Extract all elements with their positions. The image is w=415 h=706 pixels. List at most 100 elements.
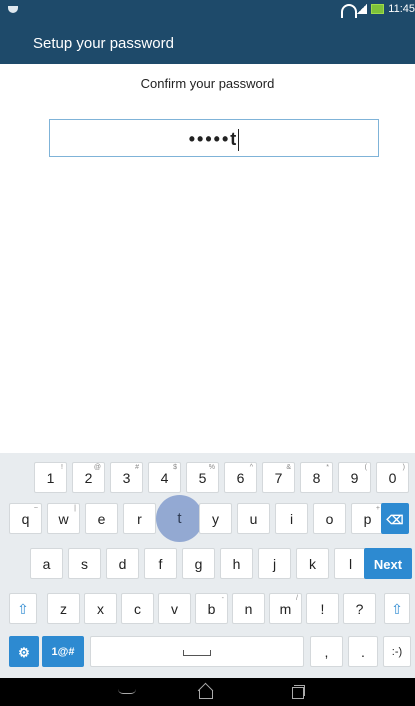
key-k[interactable]: k <box>296 548 329 579</box>
home-icon[interactable] <box>196 683 214 701</box>
key-8-label: 8 <box>312 470 321 486</box>
key-r[interactable]: r <box>123 503 156 534</box>
key-l[interactable]: l <box>334 548 367 579</box>
signal-icon <box>357 4 368 14</box>
key-m-hint: / <box>296 595 298 602</box>
key-e[interactable]: e <box>85 503 118 534</box>
key-3[interactable]: 3 # <box>110 462 143 493</box>
key-z-label: z <box>60 601 67 617</box>
key-q[interactable]: q ~ <box>9 503 42 534</box>
key-n[interactable]: n <box>232 593 265 624</box>
settings-key[interactable]: ⚙ <box>9 636 39 667</box>
key-5[interactable]: 5% <box>186 462 219 493</box>
key-r-label: r <box>137 511 142 527</box>
key-exclamation[interactable]: ! <box>306 593 339 624</box>
key-6[interactable]: 6 ^ <box>224 462 257 493</box>
key-w-hint: | <box>74 505 76 512</box>
key-u[interactable]: u <box>237 503 270 534</box>
key-i-label: i <box>289 511 294 527</box>
key-0[interactable]: 0) <box>376 462 409 493</box>
backspace-key[interactable]: ⌫ <box>381 503 409 534</box>
key-t-label: t <box>177 510 182 527</box>
key-a-label: a <box>42 556 51 572</box>
key-b[interactable]: b- <box>195 593 228 624</box>
key-p-hint: + <box>375 505 380 512</box>
key-4[interactable]: 4 $ <box>148 462 181 493</box>
notification-icon <box>8 6 18 13</box>
key-t-pressed[interactable]: t <box>156 495 203 542</box>
key-i[interactable]: i <box>275 503 308 534</box>
key-3-label: 3 <box>122 470 131 486</box>
back-icon[interactable] <box>118 683 136 701</box>
key-s[interactable]: s <box>68 548 101 579</box>
key-h-label: h <box>232 556 241 572</box>
key-7[interactable]: 7 & <box>262 462 295 493</box>
key-c[interactable]: c <box>121 593 154 624</box>
recent-apps-icon[interactable] <box>288 683 306 701</box>
key-c-label: c <box>134 601 141 617</box>
wifi-icon <box>341 4 353 14</box>
key-q-label: q <box>21 511 30 527</box>
period-key-label: . <box>361 644 365 660</box>
next-button-label: Next <box>373 557 403 572</box>
key-v-label: v <box>171 601 178 617</box>
key-j[interactable]: j <box>258 548 291 579</box>
key-x[interactable]: x <box>84 593 117 624</box>
key-f[interactable]: f <box>144 548 177 579</box>
page-title: Setup your password <box>33 35 174 52</box>
key-9[interactable]: 9( <box>338 462 371 493</box>
key-m[interactable]: m / <box>269 593 302 624</box>
key-w-label: w <box>58 511 69 527</box>
key-h[interactable]: h <box>220 548 253 579</box>
next-button[interactable]: Next <box>364 548 412 579</box>
symbols-key[interactable]: 1@# <box>42 636 84 667</box>
key-u-label: u <box>249 511 258 527</box>
comma-key[interactable]: , <box>310 636 343 667</box>
key-0-label: 0 <box>388 470 397 486</box>
shift-icon: ⇧ <box>391 601 403 617</box>
key-2-label: 2 <box>84 470 93 486</box>
key-1-hint: ! <box>61 464 63 471</box>
space-bar[interactable] <box>90 636 304 667</box>
key-8[interactable]: 8 * <box>300 462 333 493</box>
key-8-hint: * <box>326 464 329 471</box>
key-1[interactable]: 1! <box>34 462 67 493</box>
key-p-label: p <box>363 511 372 527</box>
period-key[interactable]: . <box>348 636 378 667</box>
key-g[interactable]: g <box>182 548 215 579</box>
key-j-label: j <box>272 556 277 572</box>
app-bar: Setup your password <box>0 22 415 64</box>
key-l-label: l <box>348 556 353 572</box>
key-w[interactable]: w | <box>47 503 80 534</box>
text-cursor <box>238 129 240 152</box>
key-n-label: n <box>244 601 253 617</box>
key-y[interactable]: y <box>199 503 232 534</box>
key-exclamation-label: ! <box>320 601 325 617</box>
key-x-label: x <box>97 601 104 617</box>
backspace-icon: ⌫ <box>386 513 404 527</box>
key-question[interactable]: ? <box>343 593 376 624</box>
key-q-hint: ~ <box>33 505 38 512</box>
key-a[interactable]: a <box>30 548 63 579</box>
shift-key-left[interactable]: ⇧ <box>9 593 37 624</box>
key-v[interactable]: v <box>158 593 191 624</box>
key-2[interactable]: 2 @ <box>72 462 105 493</box>
emoticon-key[interactable]: :-) <box>383 636 411 667</box>
key-k-label: k <box>309 556 316 572</box>
key-question-label: ? <box>355 601 364 617</box>
key-g-label: g <box>194 556 203 572</box>
key-d[interactable]: d <box>106 548 139 579</box>
key-7-label: 7 <box>274 470 283 486</box>
key-o[interactable]: o <box>313 503 346 534</box>
gear-icon: ⚙ <box>18 645 30 660</box>
password-field[interactable]: •••••t <box>49 119 379 157</box>
key-z[interactable]: z <box>47 593 80 624</box>
key-p[interactable]: p + <box>351 503 384 534</box>
key-9-label: 9 <box>350 470 359 486</box>
soft-keyboard: 1! 2 @3 #4 $5% 6 ^ 7 & 8 * 9(0) q ~ w | e r t y u i o p + ⌫ a s d f g h… <box>0 453 415 678</box>
status-icons: 11:45 <box>341 3 415 15</box>
key-y-label: y <box>212 511 219 527</box>
comma-key-label: , <box>324 644 329 660</box>
shift-key-right[interactable]: ⇧ <box>384 593 410 624</box>
key-f-label: f <box>158 556 163 572</box>
